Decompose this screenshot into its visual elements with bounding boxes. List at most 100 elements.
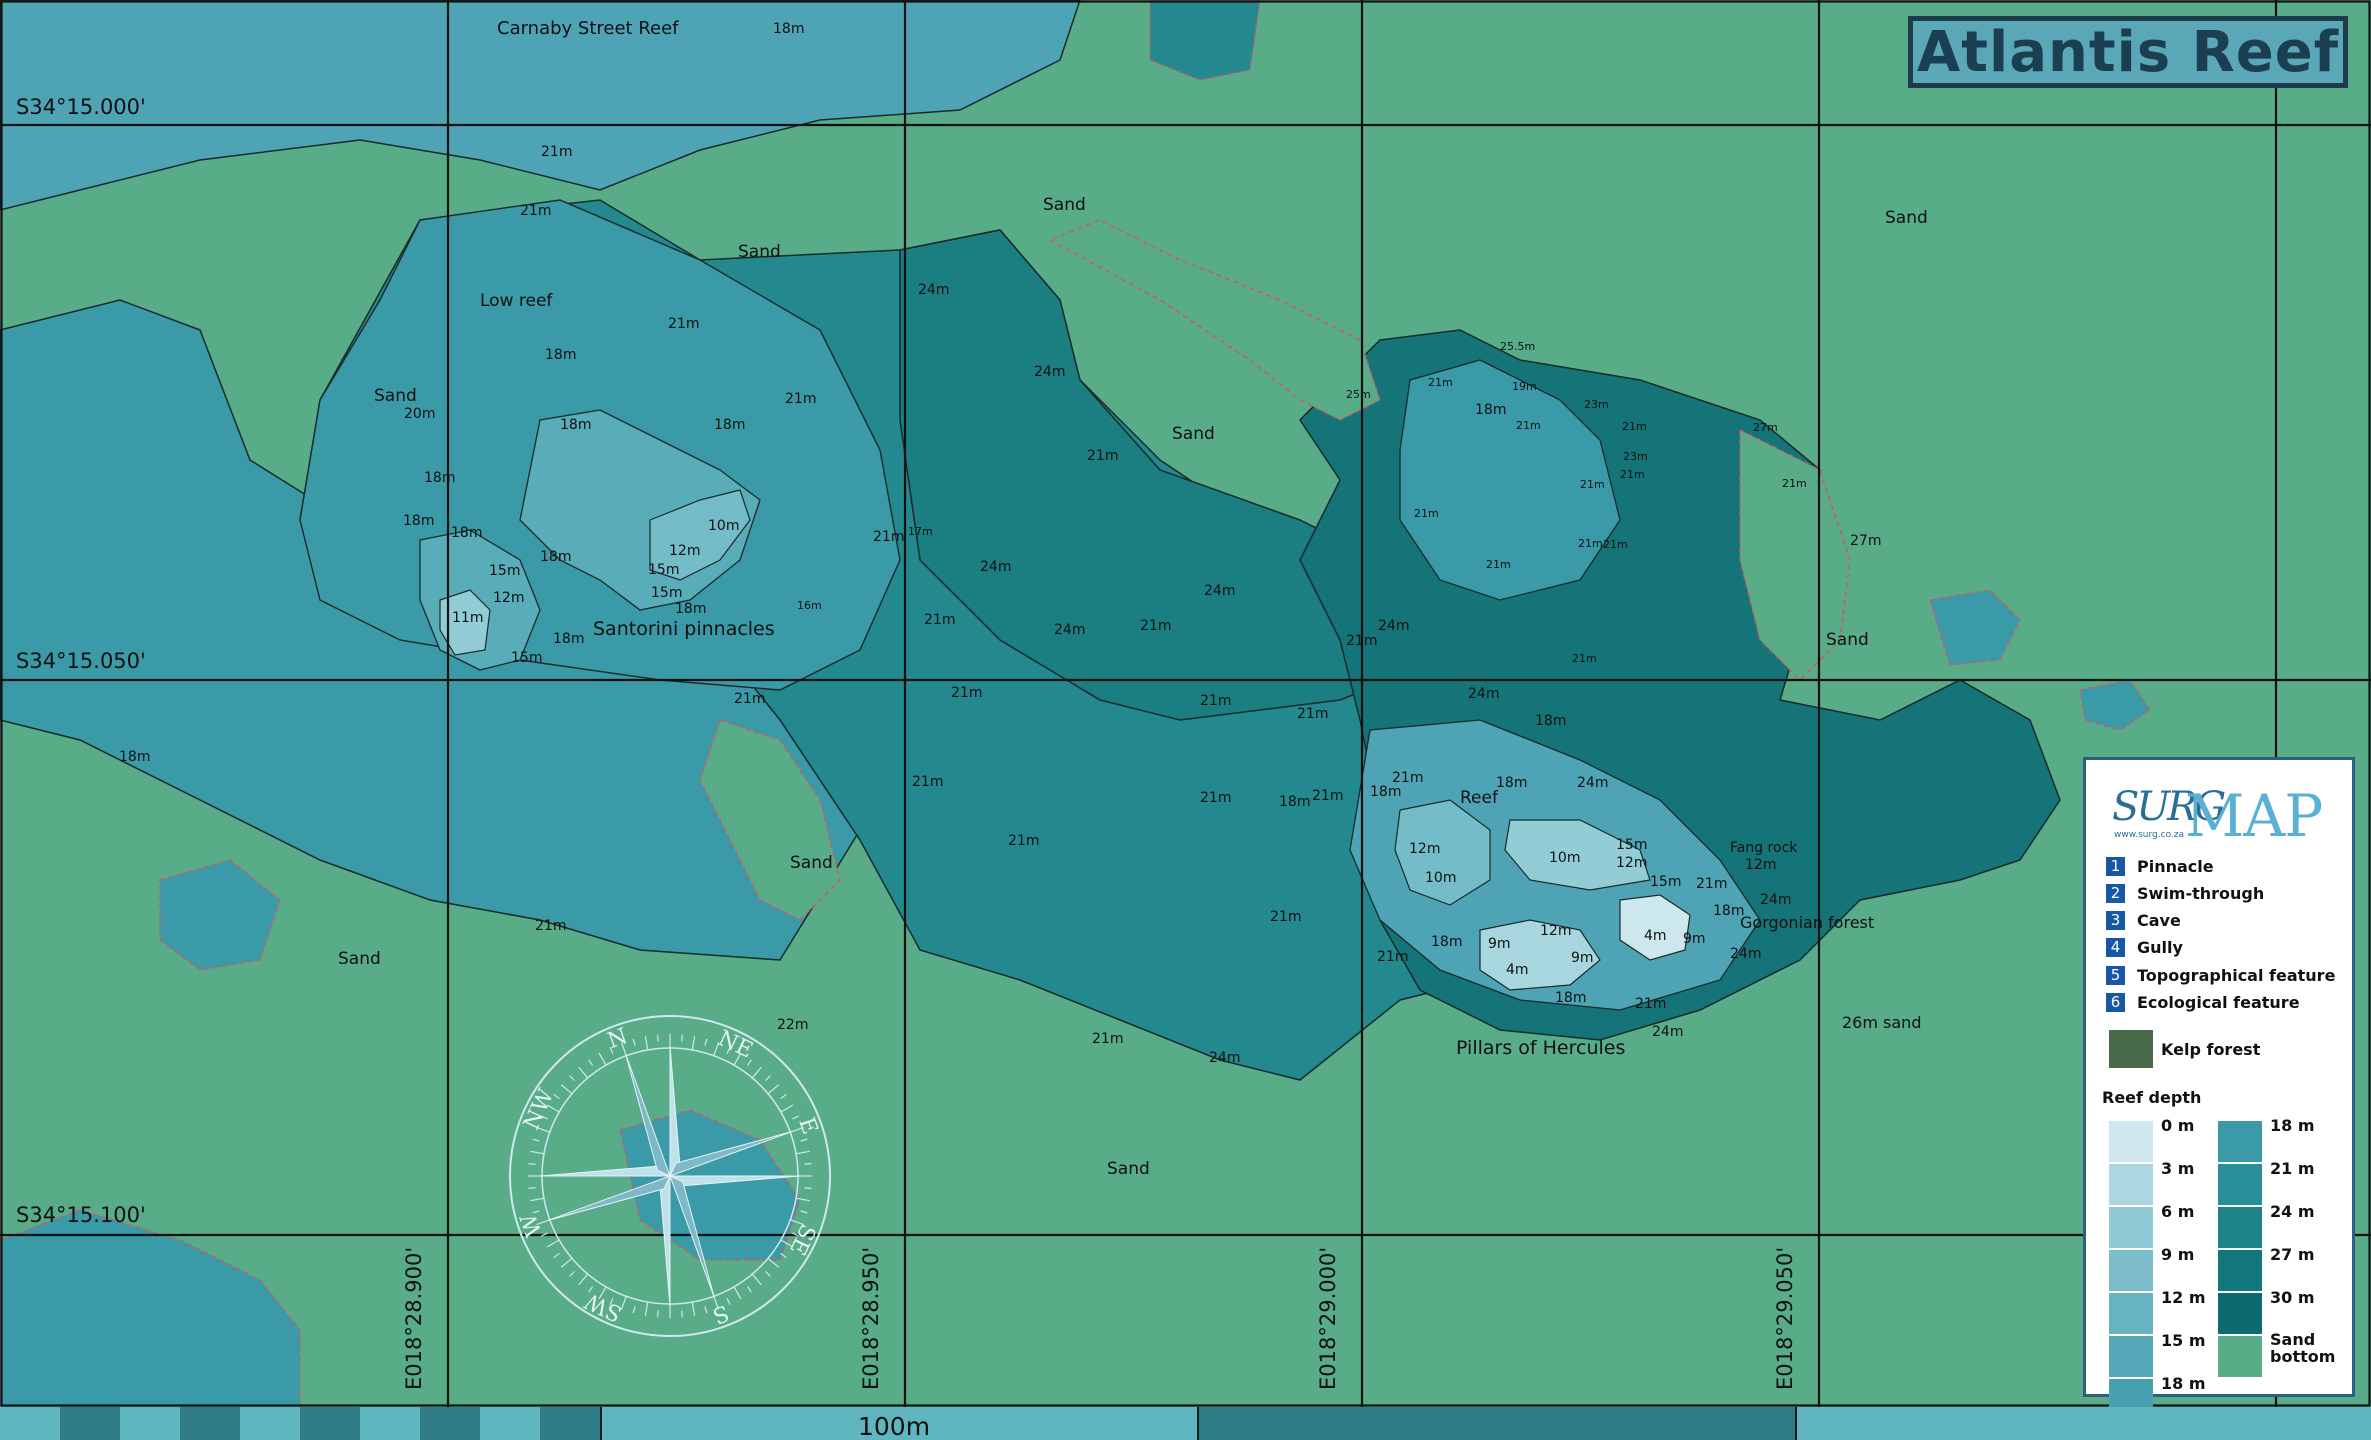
depth-label: 21m bbox=[1486, 558, 1511, 571]
legend-depth-label: 3 m bbox=[2161, 1159, 2195, 1178]
depth-label: 27m bbox=[1850, 533, 1881, 549]
depth-label: 21m bbox=[1392, 770, 1423, 786]
depth-label: 15m bbox=[648, 562, 679, 578]
depth-label: 18m bbox=[1535, 713, 1566, 729]
depth-label: 21m bbox=[785, 391, 816, 407]
depth-label: 21m bbox=[1200, 693, 1231, 709]
depth-label: 11m bbox=[452, 610, 483, 626]
sand-label: Sand bbox=[790, 853, 833, 873]
depth-label: 15m bbox=[511, 650, 542, 666]
depth-label: 21m bbox=[535, 918, 566, 934]
scale-segment bbox=[420, 1407, 480, 1440]
legend-feature-swim-through: 2 Swim-through bbox=[2106, 881, 2264, 905]
legend-depth-swatch bbox=[2109, 1164, 2153, 1205]
legend-panel: SURG MAP www.surg.co.za 1 Pinnacle 2 Swi… bbox=[2083, 757, 2355, 1420]
legend-depth-label: 0 m bbox=[2161, 1116, 2195, 1135]
depth-label: 24m bbox=[1760, 892, 1791, 908]
compass-tick bbox=[681, 1310, 683, 1318]
depth-label: 21m bbox=[873, 529, 904, 545]
depth-label: 27m bbox=[1753, 421, 1778, 434]
compass-tick bbox=[528, 1163, 536, 1165]
depth-label: 21m bbox=[1696, 876, 1727, 892]
place-gorgonian-forest: Gorgonian forest bbox=[1740, 913, 1874, 932]
depth-label: 18m bbox=[1279, 794, 1310, 810]
logo-map: MAP bbox=[2185, 782, 2323, 850]
lat-label-1: S34°15.000' bbox=[16, 95, 146, 119]
legend-feature-gully: 4 Gully bbox=[2106, 935, 2183, 959]
depth-label: 21m bbox=[1092, 1031, 1123, 1047]
depth-label: 21m bbox=[1428, 376, 1453, 389]
depth-label: 21m bbox=[924, 612, 955, 628]
depth-label: 15m bbox=[1650, 874, 1681, 890]
depth-label: 21m bbox=[1516, 419, 1541, 432]
depth-label: 21m bbox=[1312, 788, 1343, 804]
depth-label: 21m bbox=[1200, 790, 1231, 806]
legend-depth-swatch bbox=[2218, 1164, 2262, 1205]
depth-label: 21m bbox=[734, 691, 765, 707]
depth-label: 12m bbox=[1540, 923, 1571, 939]
legend-feature-cave: 3 Cave bbox=[2106, 908, 2181, 932]
lon-label-1: E018°28.900' bbox=[402, 1247, 426, 1390]
legend-depth-label: Sand bottom bbox=[2270, 1330, 2336, 1366]
depth-label: 21m bbox=[1620, 468, 1645, 481]
sand-label: Sand bbox=[1172, 424, 1215, 444]
depth-label: 9m bbox=[1683, 931, 1706, 947]
depth-label: 24m bbox=[1652, 1024, 1683, 1040]
sand-label: Sand bbox=[338, 949, 381, 969]
depth-label: 21m bbox=[1297, 706, 1328, 722]
legend-reef-depth-title: Reef depth bbox=[2102, 1088, 2202, 1107]
depth-label: 25m bbox=[1346, 388, 1371, 401]
place-reef: Reef bbox=[1460, 788, 1499, 808]
sand-label: Sand bbox=[374, 386, 417, 406]
map-title-box: Atlantis Reef bbox=[1908, 16, 2348, 88]
place-pillars-of-hercules: Pillars of Hercules bbox=[1456, 1037, 1625, 1059]
depth-label: 21m bbox=[1140, 618, 1171, 634]
legend-depth-label: 12 m bbox=[2161, 1288, 2206, 1307]
depth-label: 18m bbox=[675, 601, 706, 617]
depth-label: 17m bbox=[908, 525, 933, 538]
depth-label: 18m bbox=[1370, 784, 1401, 800]
depth-label: 21m bbox=[1782, 477, 1807, 490]
depth-label: 12m bbox=[1616, 855, 1647, 871]
sand-label: Sand bbox=[1885, 208, 1928, 228]
legend-depth-swatch bbox=[2218, 1336, 2262, 1377]
depth-label: 21m bbox=[912, 774, 943, 790]
place-carnaby-street-reef: Carnaby Street Reef bbox=[497, 18, 679, 39]
depth-label: 18m bbox=[403, 513, 434, 529]
legend-depth-swatch bbox=[2109, 1250, 2153, 1291]
place-fang-rock: Fang rock bbox=[1730, 840, 1798, 856]
legend-kelp-label: Kelp forest bbox=[2161, 1040, 2261, 1059]
depth-label: 18m bbox=[1496, 775, 1527, 791]
legend-depth-swatch bbox=[2218, 1207, 2262, 1248]
depth-label: 18m bbox=[773, 21, 804, 37]
legend-depth-swatch bbox=[2109, 1207, 2153, 1248]
legend-feature-topographical: 5 Topographical feature bbox=[2106, 963, 2335, 987]
depth-label: 4m bbox=[1506, 962, 1529, 978]
depth-label: 19m bbox=[1512, 380, 1537, 393]
depth-label: 21m bbox=[1580, 478, 1605, 491]
depth-label: 15m bbox=[489, 563, 520, 579]
depth-label: 10m bbox=[1425, 870, 1456, 886]
legend-depth-label: 6 m bbox=[2161, 1202, 2195, 1221]
scale-segment bbox=[240, 1407, 300, 1440]
scale-segment bbox=[0, 1407, 60, 1440]
depth-label: 22m bbox=[777, 1017, 808, 1033]
legend-depth-swatch bbox=[2109, 1293, 2153, 1334]
depth-label: 9m bbox=[1571, 950, 1594, 966]
depth-label: 24m bbox=[1730, 946, 1761, 962]
depth-label: 18m bbox=[1555, 990, 1586, 1006]
depth-label: 24m bbox=[1468, 686, 1499, 702]
legend-depth-swatch bbox=[2109, 1336, 2153, 1377]
reef-map[interactable]: S34°15.000' S34°15.050' S34°15.100' E018… bbox=[0, 0, 2371, 1440]
depth-label: 18m bbox=[545, 347, 576, 363]
sand-label: Sand bbox=[738, 242, 781, 262]
compass-tick bbox=[528, 1187, 536, 1189]
legend-feature-number: 4 bbox=[2106, 937, 2125, 957]
sand-label: Sand bbox=[1826, 630, 1869, 650]
compass-tick bbox=[657, 1034, 659, 1042]
depth-label: 18m bbox=[1431, 934, 1462, 950]
scale-segment bbox=[300, 1407, 360, 1440]
legend-feature-number: 3 bbox=[2106, 910, 2125, 930]
depth-label: 24m bbox=[1378, 618, 1409, 634]
lat-label-2: S34°15.050' bbox=[16, 649, 146, 673]
